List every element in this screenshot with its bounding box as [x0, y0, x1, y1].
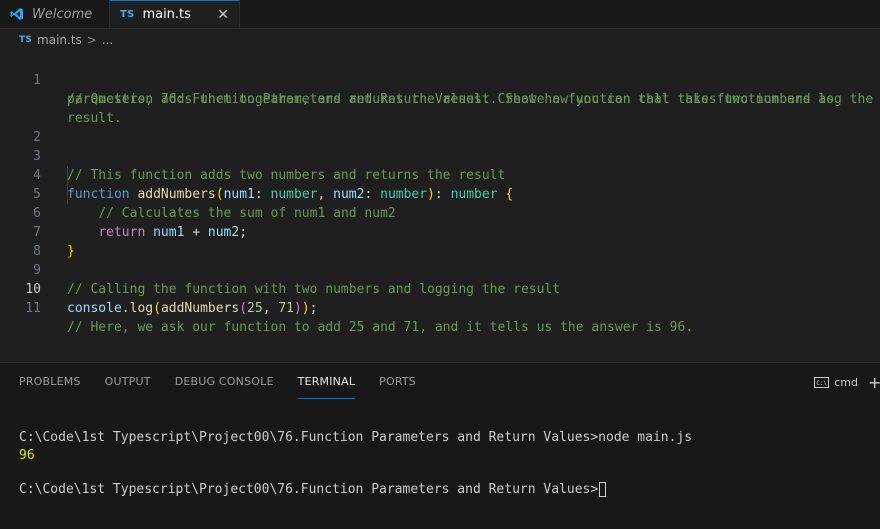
- panel-tabs: PROBLEMS OUTPUT DEBUG CONSOLE TERMINAL P…: [19, 363, 440, 399]
- code-line: 8: [0, 223, 880, 259]
- code-line: 6 return num1 + num2;: [0, 185, 880, 240]
- tab-terminal[interactable]: TERMINAL: [297, 363, 356, 399]
- terminal-icon: C:\: [814, 377, 830, 388]
- tab-welcome-label: Welcome: [32, 6, 93, 22]
- tab-problems[interactable]: PROBLEMS: [19, 363, 81, 399]
- vscode-logo-icon: [10, 7, 24, 21]
- terminal-output-line: 96: [19, 448, 35, 463]
- code-line: 5 // Calculates the sum of num1 and num2: [0, 166, 880, 221]
- number-token: 25: [247, 301, 263, 316]
- paren-token: ): [294, 301, 302, 316]
- number-token: 71: [278, 301, 295, 316]
- code-line-wrap: parameters, adds them together, and retu…: [0, 71, 880, 107]
- code-editor[interactable]: 1 // Question 76: Function Parameters an…: [0, 52, 880, 360]
- code-line: 11 // Here, we ask our function to add 2…: [0, 280, 880, 335]
- function-name-token: addNumbers: [160, 301, 240, 316]
- code-line: 1 // Question 76: Function Parameters an…: [0, 52, 880, 107]
- function-name-token: log: [129, 301, 154, 316]
- terminal-prompt: C:\Code\1st Typescript\Project00\76.Func…: [19, 482, 599, 497]
- bottom-panel: PROBLEMS OUTPUT DEBUG CONSOLE TERMINAL P…: [0, 362, 880, 529]
- code-line: 3 // This function adds two numbers and …: [0, 128, 880, 183]
- punct-token: .: [121, 301, 130, 316]
- terminal-shell-label[interactable]: cmd: [834, 376, 858, 389]
- code-line: 2: [0, 109, 880, 145]
- code-line: 9 // Calling the function with two numbe…: [0, 242, 880, 297]
- chevron-right-icon: >: [86, 33, 97, 47]
- paren-token: ): [301, 301, 310, 316]
- tab-main-ts-label: main.ts: [142, 7, 191, 22]
- code-content: console.log(addNumbers(25, 71));: [67, 299, 318, 318]
- breadcrumb: TS main.ts > ...: [0, 29, 880, 51]
- identifier-token: console: [67, 301, 122, 316]
- line-number: 11: [25, 301, 41, 316]
- terminal-prompt-line: C:\Code\1st Typescript\Project00\76.Func…: [19, 481, 607, 499]
- terminal-line: C:\Code\1st Typescript\Project00\76.Func…: [19, 430, 693, 445]
- tab-debug-console[interactable]: DEBUG CONSOLE: [175, 363, 274, 399]
- code-line-wrap: result.: [0, 90, 880, 126]
- close-icon[interactable]: ✕: [217, 7, 229, 23]
- typescript-file-icon: TS: [19, 35, 33, 45]
- code-line: 4 function addNumbers(num1: number, num2…: [0, 147, 880, 202]
- code-line-current: 10 console.log(addNumbers(25, 71));: [0, 261, 880, 316]
- tab-output[interactable]: OUTPUT: [105, 363, 151, 399]
- typescript-file-icon: TS: [120, 9, 135, 20]
- breadcrumb-file[interactable]: main.ts: [37, 33, 82, 47]
- paren-token: (: [153, 301, 161, 316]
- terminal-controls: C:\ cmd +: [814, 373, 880, 392]
- comment-text: // Here, we ask our function to add 25 a…: [67, 320, 694, 335]
- terminal-output[interactable]: C:\Code\1st Typescript\Project00\76.Func…: [19, 429, 692, 504]
- tab-ports[interactable]: PORTS: [379, 363, 416, 399]
- new-terminal-plus-icon[interactable]: +: [868, 373, 880, 392]
- punct-token: ,: [262, 301, 271, 316]
- tab-main-ts[interactable]: TS main.ts ✕: [110, 0, 240, 28]
- paren-token: (: [239, 301, 248, 316]
- code-line: 7 }: [0, 204, 880, 259]
- breadcrumb-symbol[interactable]: ...: [102, 33, 113, 47]
- editor-tab-bar: Welcome TS main.ts ✕: [0, 0, 880, 29]
- punct-token: ;: [309, 301, 318, 316]
- terminal-cursor: [599, 482, 607, 497]
- tab-welcome[interactable]: Welcome: [0, 0, 110, 28]
